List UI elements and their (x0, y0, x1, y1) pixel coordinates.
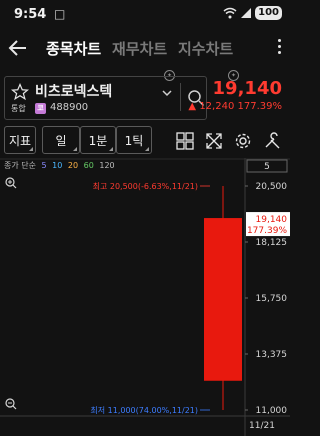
indicator-button[interactable]: 지표 (4, 126, 36, 154)
period-minute-label: 1분 (88, 133, 108, 148)
status-time: 9:54 (14, 7, 47, 22)
period-tick-label: 1틱 (124, 133, 144, 148)
tab-stock-chart[interactable]: 종목차트 (46, 38, 101, 59)
y-tick-label: 13,375 (256, 350, 288, 360)
current-price-tag-value: 19,140 (256, 215, 288, 225)
market-badge: 코 (35, 103, 46, 114)
stock-name: 비츠로넥스텍 (35, 84, 113, 100)
zoom-in-icon-handle (12, 184, 17, 189)
grid-layout-icon[interactable] (176, 132, 194, 150)
high-annotation: 최고 20,500(-6.63%,11/21) (93, 181, 198, 191)
change-value: 12,240 (199, 101, 235, 112)
y-tick-label: 20,500 (256, 182, 288, 192)
y-tick-label: 11,000 (256, 406, 288, 416)
tab-index-chart[interactable]: 지수차트 (178, 38, 233, 59)
price-change: ▲ 12,240 177.39% (188, 101, 282, 112)
period-count-label: 5 (264, 162, 270, 172)
period-day-button[interactable]: 일 (42, 126, 80, 154)
status-bar: 9:54 □ 100 (0, 0, 290, 30)
stock-code: 488900 (50, 102, 89, 113)
chevron-down-icon[interactable] (162, 89, 172, 97)
x-date-label: 11/21 (249, 421, 275, 431)
star-icon[interactable] (11, 83, 29, 101)
expand-icon[interactable] (205, 132, 223, 150)
zoom-out-icon-handle (12, 405, 17, 410)
period-day-label: 일 (55, 133, 67, 148)
battery-level: 100 (255, 6, 282, 20)
signal-icon (241, 8, 252, 18)
y-tick-label: 18,125 (256, 238, 288, 248)
period-minute-button[interactable]: 1분 (80, 126, 116, 154)
period-tick-button[interactable]: 1틱 (116, 126, 152, 154)
change-percent: 177.39% (237, 101, 283, 112)
candle-body[interactable] (204, 218, 242, 381)
current-price: 19,140 (212, 78, 282, 99)
header: 종목차트 재무차트 ✦ 지수차트 ✦ (0, 30, 290, 81)
wifi-icon (223, 7, 237, 19)
more-menu-icon[interactable] (274, 36, 284, 58)
up-triangle-icon: ▲ (188, 101, 197, 112)
low-annotation: 최저 11,000(74.00%,11/21) (90, 405, 198, 415)
gear-icon[interactable] (234, 132, 252, 150)
status-icons: 100 (223, 6, 282, 20)
tab-finance-chart[interactable]: 재무차트 (112, 38, 167, 59)
stock-selector[interactable]: 비츠로넥스텍 통합 코 488900 (4, 76, 207, 120)
chart-toolbar: 지표 일 1분 1틱 (0, 124, 290, 156)
indicator-label: 지표 (8, 133, 32, 148)
y-tick-label: 15,750 (256, 294, 288, 304)
back-arrow-icon[interactable] (6, 36, 30, 60)
chat-bubble-icon: □ (54, 7, 66, 21)
current-price-tag-percent: 177.39% (247, 226, 287, 236)
tools-icon[interactable] (263, 132, 281, 150)
price-chart[interactable]: 5 20,500 18,125 15,750 13,375 11,000 최고 20,500… (0, 158, 290, 436)
market-label: 통합 (11, 104, 26, 113)
